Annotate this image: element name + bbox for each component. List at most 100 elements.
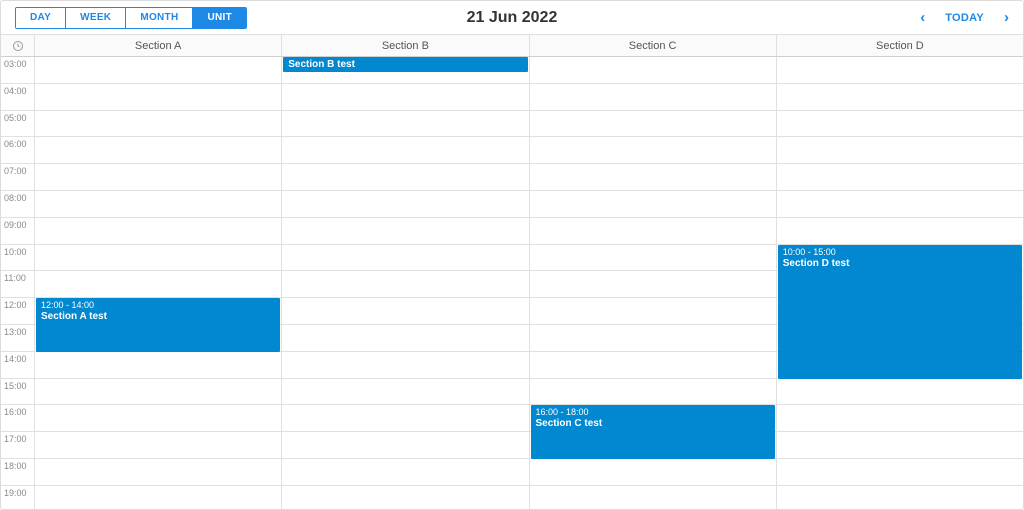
section-col-d[interactable]: Section D [777,35,1023,56]
grid-cell[interactable] [282,137,528,164]
grid-cell[interactable] [530,352,776,379]
grid-cell[interactable] [282,191,528,218]
grid-cell[interactable] [777,57,1023,84]
hour-label: 14:00 [1,352,34,379]
grid-cell[interactable] [530,191,776,218]
grid-cell[interactable] [282,298,528,325]
grid-cell[interactable] [530,325,776,352]
grid-cell[interactable] [282,325,528,352]
grid-cell[interactable] [530,379,776,406]
section-col-c[interactable]: Section C [530,35,777,56]
grid-cell[interactable] [35,271,281,298]
grid-cell[interactable] [35,111,281,138]
grid-cell[interactable] [35,57,281,84]
view-week-button[interactable]: WEEK [65,8,125,28]
hour-label: 16:00 [1,405,34,432]
section-col-a[interactable]: Section A [35,35,282,56]
event[interactable]: 12:00 - 14:00Section A test [36,298,280,352]
grid-cell[interactable] [530,164,776,191]
grid-cell[interactable] [777,191,1023,218]
grid-cell[interactable] [282,379,528,406]
view-month-button[interactable]: MONTH [125,8,192,28]
grid-cell[interactable] [35,459,281,486]
grid-column[interactable]: Section B test [282,57,529,509]
grid-cell[interactable] [530,111,776,138]
grid-cell[interactable] [282,218,528,245]
grid-cell[interactable] [530,486,776,509]
grid-cell[interactable] [35,379,281,406]
grid-cell[interactable] [530,459,776,486]
grid-cell[interactable] [282,352,528,379]
grid-cell[interactable] [282,405,528,432]
grid-cell[interactable] [35,486,281,509]
grid-cell[interactable] [282,164,528,191]
next-icon[interactable]: › [1004,9,1009,26]
event-time: 10:00 - 15:00 [783,247,1017,257]
grid-cell[interactable] [282,271,528,298]
grid-cell[interactable] [282,459,528,486]
grid-cell[interactable] [35,245,281,272]
event[interactable]: 10:00 - 15:00Section D test [778,245,1022,379]
view-unit-button[interactable]: UNIT [192,8,246,28]
grid-cell[interactable] [35,137,281,164]
grid-cell[interactable] [35,432,281,459]
clock-icon [1,35,35,56]
view-switch: DAY WEEK MONTH UNIT [15,7,247,29]
hour-label: 12:00 [1,298,34,325]
hour-label: 15:00 [1,379,34,406]
hour-label: 09:00 [1,218,34,245]
grid-cell[interactable] [35,164,281,191]
grid-cell[interactable] [282,245,528,272]
event-time: 12:00 - 14:00 [41,300,275,310]
grid-cell[interactable] [35,84,281,111]
grid-cell[interactable] [777,379,1023,406]
hour-label: 07:00 [1,164,34,191]
grid-cell[interactable] [35,352,281,379]
grid-cell[interactable] [777,459,1023,486]
grid-cell[interactable] [777,164,1023,191]
event-title: Section D test [783,258,850,269]
grid-cell[interactable] [35,191,281,218]
section-col-b[interactable]: Section B [282,35,529,56]
grid-cell[interactable] [530,218,776,245]
grid-cell[interactable] [35,405,281,432]
hour-label: 04:00 [1,84,34,111]
today-button[interactable]: TODAY [945,12,984,24]
grid-column[interactable]: 10:00 - 15:00Section D test [777,57,1023,509]
grid-cell[interactable] [530,271,776,298]
grid-cell[interactable] [282,486,528,509]
hour-label: 11:00 [1,271,34,298]
hour-label: 08:00 [1,191,34,218]
grid-column[interactable]: 16:00 - 18:00Section C test [530,57,777,509]
grid-cell[interactable] [777,405,1023,432]
grid-cell[interactable] [282,111,528,138]
grid-cell[interactable] [777,432,1023,459]
grid-cell[interactable] [530,298,776,325]
grid-cell[interactable] [530,137,776,164]
grid-cell[interactable] [35,218,281,245]
schedule-body[interactable]: 03:0004:0005:0006:0007:0008:0009:0010:00… [1,57,1023,509]
toolbar: DAY WEEK MONTH UNIT 21 Jun 2022 ‹ TODAY … [1,1,1023,35]
grid-cell[interactable] [777,84,1023,111]
schedule-grid[interactable]: 12:00 - 14:00Section A test Section B tes… [35,57,1023,509]
grid-cell[interactable] [282,84,528,111]
hour-label: 17:00 [1,432,34,459]
grid-cell[interactable] [777,218,1023,245]
event-title: Section B test [288,59,355,70]
section-header: Section A Section B Section C Section D [1,35,1023,57]
hour-label: 19:00 [1,486,34,509]
prev-icon[interactable]: ‹ [920,9,925,26]
hour-label: 05:00 [1,111,34,138]
view-day-button[interactable]: DAY [16,8,65,28]
grid-cell[interactable] [530,57,776,84]
event[interactable]: 16:00 - 18:00Section C test [531,405,775,459]
grid-column[interactable]: 12:00 - 14:00Section A test [35,57,282,509]
grid-cell[interactable] [777,486,1023,509]
grid-cell[interactable] [530,245,776,272]
grid-cell[interactable] [777,137,1023,164]
grid-cell[interactable] [282,432,528,459]
grid-cell[interactable] [777,111,1023,138]
event[interactable]: Section B test [283,57,527,72]
grid-cell[interactable] [530,84,776,111]
scheduler: DAY WEEK MONTH UNIT 21 Jun 2022 ‹ TODAY … [0,0,1024,510]
